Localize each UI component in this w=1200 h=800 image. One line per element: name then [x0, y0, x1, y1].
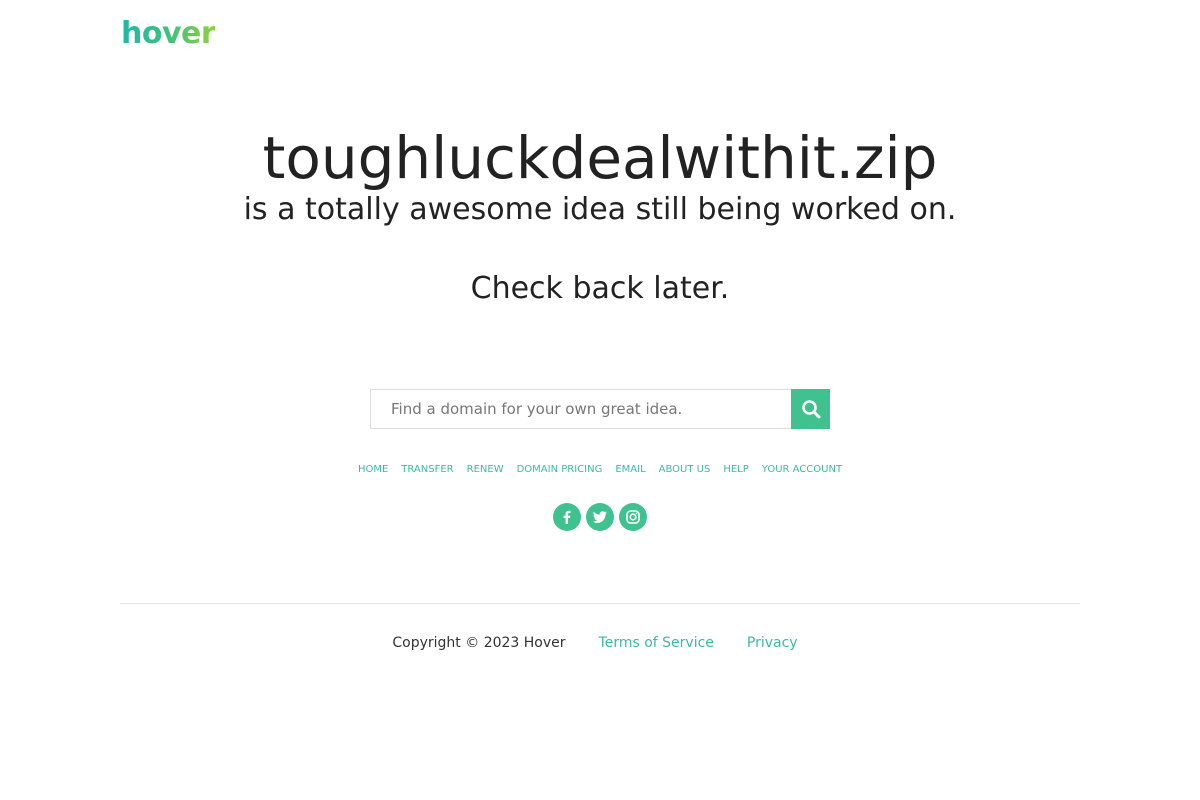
footer-divider	[120, 603, 1080, 604]
privacy-link[interactable]: Privacy	[747, 633, 798, 653]
parked-domain-page: hover toughluckdealwithit.zip is a total…	[0, 0, 1200, 800]
domain-name-heading: toughluckdealwithit.zip	[262, 124, 938, 192]
nav-domain-pricing-link[interactable]: Domain Pricing	[517, 462, 603, 478]
nav-transfer-link[interactable]: Transfer	[401, 462, 453, 478]
search-button[interactable]	[791, 389, 830, 429]
page-footer: Copyright © 2023 Hover Terms of Service …	[0, 633, 1200, 653]
nav-your-account-link[interactable]: Your Account	[762, 462, 842, 478]
nav-home-link[interactable]: Home	[358, 462, 388, 478]
terms-of-service-link[interactable]: Terms of Service	[599, 633, 714, 653]
subtitle-text: is a totally awesome idea still being wo…	[243, 192, 957, 227]
twitter-link[interactable]	[586, 503, 614, 531]
domain-search-form	[370, 389, 830, 429]
logo-text: hover	[121, 14, 216, 54]
social-links	[0, 503, 1200, 531]
domain-search-input[interactable]	[370, 389, 791, 429]
nav-email-link[interactable]: Email	[615, 462, 645, 478]
check-back-text: Check back later.	[470, 271, 730, 306]
instagram-link[interactable]	[619, 503, 647, 531]
nav-help-link[interactable]: Help	[723, 462, 748, 478]
twitter-icon	[592, 511, 607, 523]
nav-about-us-link[interactable]: About Us	[659, 462, 711, 478]
facebook-link[interactable]	[553, 503, 581, 531]
copyright-text: Copyright © 2023 Hover	[392, 635, 566, 651]
nav-renew-link[interactable]: Renew	[467, 462, 504, 478]
instagram-icon	[626, 510, 640, 524]
facebook-icon	[563, 510, 571, 524]
hover-logo[interactable]: hover	[121, 14, 216, 54]
search-icon	[801, 400, 820, 419]
footer-nav: Home Transfer Renew Domain Pricing Email…	[0, 462, 1200, 478]
